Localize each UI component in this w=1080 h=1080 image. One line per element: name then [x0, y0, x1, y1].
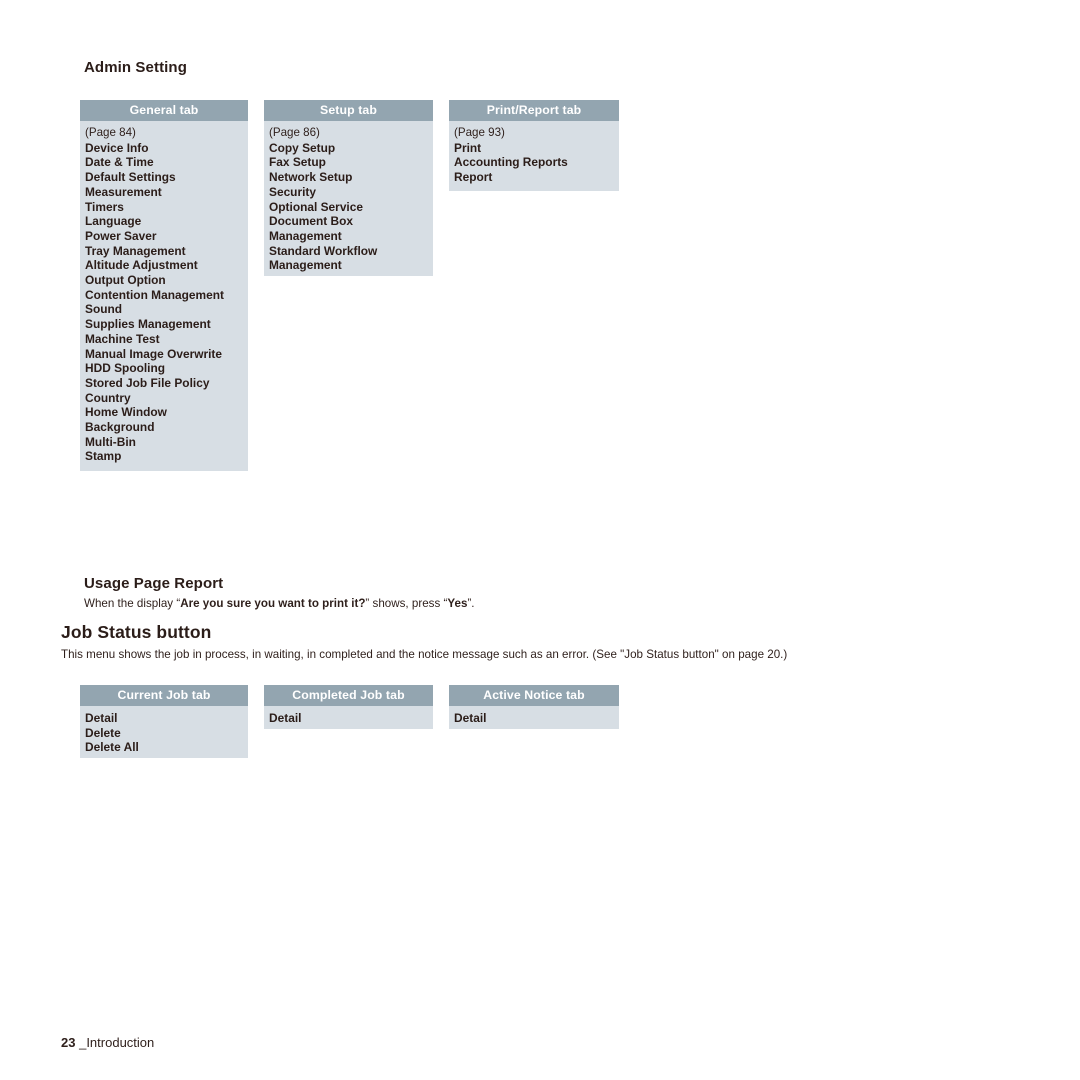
list-item: Report: [454, 170, 493, 185]
list-item: Delete: [85, 725, 121, 740]
admin-general-tab-body: (Page 84) Device Info Date & Time Defaul…: [80, 121, 248, 470]
list-item: Print: [454, 140, 482, 155]
usage-page-report-paragraph: When the display “Are you sure you want …: [84, 597, 475, 610]
current-job-tab-header: Current Job tab: [80, 685, 248, 706]
usage-page-report-heading: Usage Page Report: [84, 575, 224, 592]
completed-job-tab-body: Detail: [264, 706, 433, 732]
list-item: Contention Management: [85, 287, 224, 302]
list-item: Detail: [85, 711, 118, 725]
list-item: Background: [85, 420, 155, 435]
admin-setup-tab-body: (Page 86) Copy Setup Fax Setup Network S…: [264, 121, 433, 279]
list-item: Supplies Management: [85, 317, 211, 332]
list-item: Home Window: [85, 405, 167, 420]
list-item: Security: [269, 184, 317, 199]
completed-job-tab-header: Completed Job tab: [264, 685, 433, 706]
list-item: Delete All: [85, 740, 139, 755]
list-item: Optional Service: [269, 199, 363, 214]
current-job-tab-body: Detail Delete Delete All: [80, 706, 248, 761]
document-page: Admin Setting General tab (Page 84) Devi…: [0, 0, 1080, 1080]
list-item: Altitude Adjustment: [85, 258, 198, 273]
list-item: Default Settings: [85, 170, 176, 185]
list-item: Measurement: [85, 184, 162, 199]
list-item: Accounting Reports: [454, 155, 568, 170]
list-item: HDD Spooling: [85, 361, 166, 376]
list-item: Document Box: [269, 214, 354, 229]
paragraph-text: ” shows, press “: [365, 597, 448, 610]
list-item: Machine Test: [85, 331, 160, 346]
list-item: Device Info: [85, 140, 149, 155]
list-item: Stamp: [85, 449, 122, 464]
list-item: Detail: [269, 711, 302, 725]
list-item: Network Setup: [269, 170, 353, 185]
paragraph-text: When the display “: [84, 597, 181, 610]
completed-job-tab-box: Completed Job tab Detail: [264, 685, 433, 729]
list-item: Sound: [85, 302, 123, 317]
paragraph-emphasis: Are you sure you want to print it?: [180, 597, 366, 610]
page-footer: 23 _Introduction: [61, 1035, 154, 1050]
list-item: Management: [269, 228, 342, 243]
job-status-button-heading: Job Status button: [61, 622, 212, 642]
list-item: Country: [85, 390, 131, 405]
list-item: Language: [85, 214, 142, 229]
list-item: Fax Setup: [269, 155, 326, 170]
admin-general-tab-box: General tab (Page 84) Device Info Date &…: [80, 100, 248, 471]
page-reference: (Page 84): [85, 126, 136, 139]
footer-chapter-name: _Introduction: [79, 1035, 155, 1050]
current-job-tab-box: Current Job tab Detail Delete Delete All: [80, 685, 248, 758]
paragraph-text: ”.: [467, 597, 475, 610]
list-item: Output Option: [85, 273, 166, 288]
admin-setup-tab-box: Setup tab (Page 86) Copy Setup Fax Setup…: [264, 100, 433, 276]
list-item: Tray Management: [85, 243, 186, 258]
admin-setting-heading: Admin Setting: [84, 59, 187, 76]
list-item: Stored Job File Policy: [85, 375, 210, 390]
page-reference: (Page 86): [269, 126, 320, 139]
list-item: Copy Setup: [269, 140, 336, 155]
admin-print-report-tab-box: Print/Report tab (Page 93) Print Account…: [449, 100, 619, 191]
admin-print-report-tab-body: (Page 93) Print Accounting Reports Repor…: [449, 121, 619, 191]
admin-print-report-tab-header: Print/Report tab: [449, 100, 619, 121]
page-reference: (Page 93): [454, 126, 505, 139]
list-item: Standard Workflow: [269, 243, 378, 258]
footer-page-number: 23: [61, 1035, 76, 1050]
paragraph-emphasis: Yes: [447, 597, 468, 610]
active-notice-tab-header: Active Notice tab: [449, 685, 619, 706]
list-item: Timers: [85, 199, 124, 214]
list-item: Detail: [454, 711, 487, 725]
list-item: Management: [269, 258, 342, 273]
active-notice-tab-body: Detail: [449, 706, 619, 732]
job-status-paragraph: This menu shows the job in process, in w…: [61, 648, 788, 661]
active-notice-tab-box: Active Notice tab Detail: [449, 685, 619, 729]
list-item: Date & Time: [85, 155, 154, 170]
list-item: Power Saver: [85, 228, 157, 243]
admin-setup-tab-header: Setup tab: [264, 100, 433, 121]
admin-general-tab-header: General tab: [80, 100, 248, 121]
list-item: Manual Image Overwrite: [85, 346, 223, 361]
list-item: Multi-Bin: [85, 434, 136, 449]
